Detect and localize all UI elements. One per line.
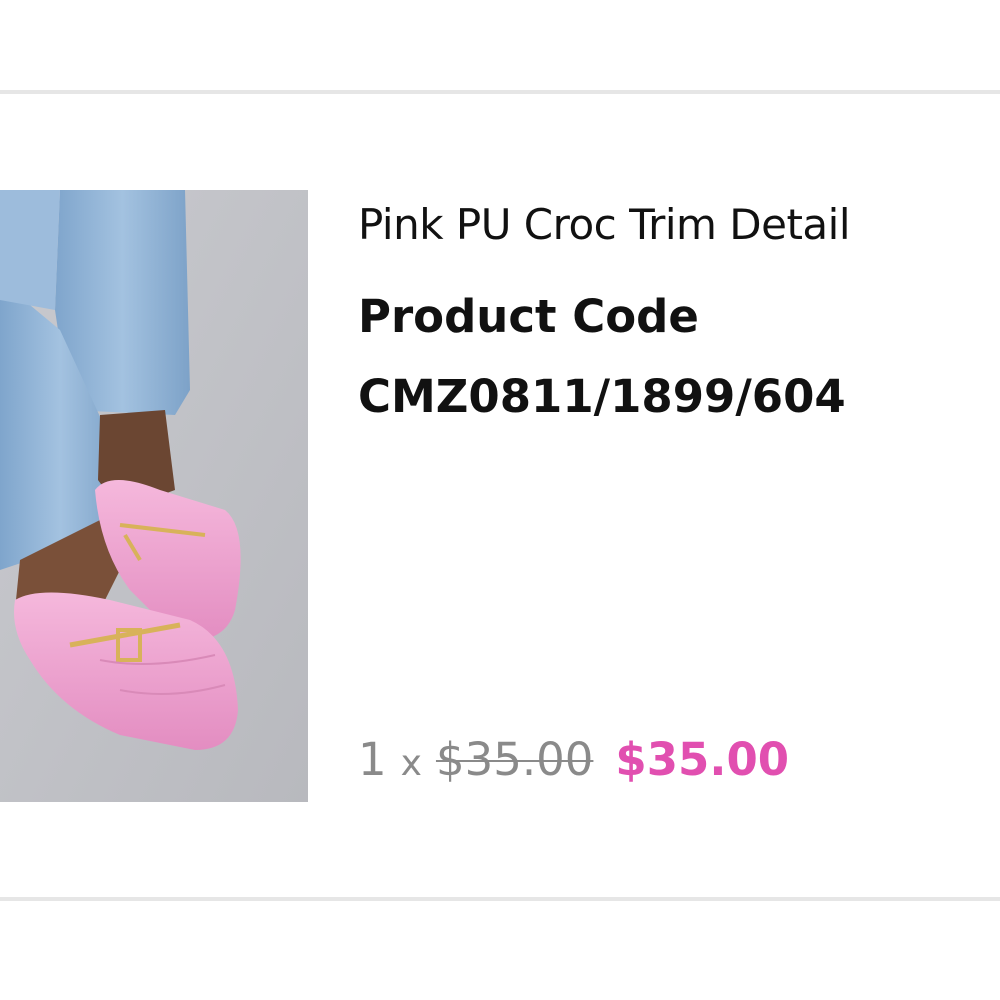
original-price: $35.00 (435, 733, 594, 786)
sale-price: $35.00 (615, 733, 790, 786)
quantity-multiplier: x (400, 743, 422, 784)
quantity: 1 (358, 733, 387, 786)
product-code-value: CMZ0811/1899/604 (358, 370, 846, 423)
bottom-divider (0, 897, 1000, 901)
product-image[interactable] (0, 190, 308, 802)
shoe-photo-icon (0, 190, 308, 802)
product-code-label: Product Code (358, 290, 699, 343)
product-title: Pink PU Croc Trim Detail (358, 200, 851, 249)
price-row: 1 x $35.00 $35.00 (358, 733, 789, 786)
top-divider (0, 90, 1000, 94)
